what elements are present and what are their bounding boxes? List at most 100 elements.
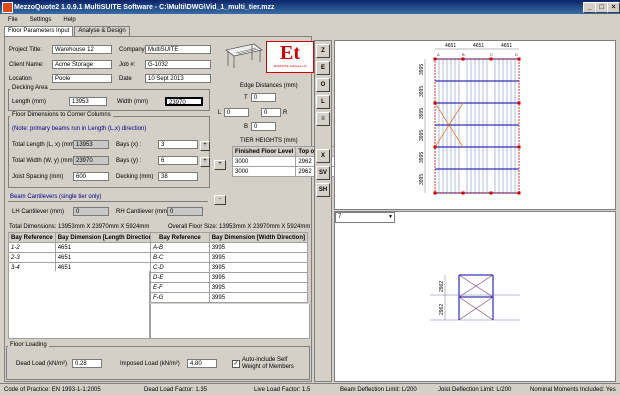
table-row[interactable]: B-C 3995 [150, 252, 309, 263]
tier-dropdown-value: 7 [338, 214, 342, 220]
tab-analyse-design[interactable]: Analyse & Design [74, 26, 130, 36]
section-horizontal-button[interactable]: SH [316, 183, 330, 197]
tier-ffl-cell[interactable]: 3000 [231, 166, 297, 177]
edge-r-input[interactable]: 0 [261, 108, 281, 117]
bays-length-table: Bay Reference Bay Dimension [Length Dire… [8, 232, 158, 273]
job-input[interactable]: G-1032 [145, 60, 211, 69]
table-row[interactable]: F-G 3995 [150, 292, 309, 303]
status-beam-limit: Beam Deflection Limit: L/200 [340, 386, 417, 393]
total-width-label: Total Width (W, y) (mm) [12, 158, 75, 164]
layers-button[interactable]: L [316, 95, 330, 109]
plan-side-dim: 3995 [419, 108, 425, 119]
tier-heights-title: TIER HEIGHTS (mm) [240, 138, 298, 144]
decking-thickness-input[interactable]: 38 [158, 172, 198, 181]
bay-dim-cell[interactable]: 3995 [208, 272, 309, 283]
bays-y-increment-button[interactable]: + [200, 157, 210, 167]
table-row[interactable]: 2-3 4651 [8, 252, 158, 263]
edge-l-input[interactable]: 0 [224, 108, 249, 117]
bay-dim-cell[interactable]: 3995 [208, 262, 309, 273]
status-dead-factor: Dead Load Factor: 1.35 [144, 386, 208, 393]
table-row[interactable]: E-F 3995 [150, 282, 309, 293]
edge-distances-title: Edge Distances (mm) [240, 83, 298, 89]
section-vertical-button[interactable]: SV [316, 166, 330, 180]
project-title-input[interactable]: Warehouse 12 [52, 45, 112, 54]
width-label: Width (mm) [117, 99, 148, 105]
table-row[interactable]: C-D 3995 [150, 262, 309, 273]
company-input[interactable]: MultiSUITE [145, 45, 211, 54]
bay-dim-cell[interactable]: 4651 [54, 242, 158, 253]
menu-file[interactable]: File [8, 17, 18, 23]
table-row[interactable]: D-E 3995 [150, 272, 309, 283]
extents-button[interactable]: E [316, 61, 330, 75]
lh-cantilever-input[interactable]: 0 [73, 207, 109, 216]
bay-ref-cell[interactable]: C-D [150, 262, 210, 273]
total-width-input[interactable]: 23970 [73, 156, 109, 165]
origin-button[interactable]: O [316, 78, 330, 92]
floor-dimensions-note: (Note: primary beams run in Length (L,x)… [12, 126, 147, 132]
bay-dim-cell[interactable]: 3995 [208, 282, 309, 293]
grid-letter: C [490, 52, 493, 57]
joist-spacing-label: Joist Spacing (mm) [12, 174, 64, 180]
bay-dim-cell[interactable]: 4651 [54, 252, 158, 263]
close-button[interactable]: × [607, 2, 620, 13]
bay-ref-cell[interactable]: D-E [150, 272, 210, 283]
zoom-button[interactable]: Z [316, 44, 330, 58]
job-label: Job #: [119, 62, 136, 68]
elevation-dim: 2962 [439, 281, 445, 292]
dead-load-input[interactable]: 0.28 [72, 359, 102, 368]
table-row[interactable]: 1-2 4651 [8, 242, 158, 253]
imposed-load-input[interactable]: 4.80 [187, 359, 217, 368]
auto-self-weight-checkbox[interactable]: ✓ [232, 360, 240, 368]
bay-dim-cell[interactable]: 3995 [208, 252, 309, 263]
joist-spacing-input[interactable]: 600 [73, 172, 109, 181]
tier-ffl-cell[interactable]: 3000 [231, 156, 297, 167]
x-view-button[interactable]: X [316, 149, 330, 163]
bays-width-table: Bay Reference Bay Dimension [Width Direc… [150, 232, 309, 303]
edge-t-input[interactable]: 0 [251, 93, 276, 102]
status-joist-limit: Joist Deflection Limit: L/200 [438, 386, 512, 393]
bay-ref-cell[interactable]: 2-3 [8, 252, 56, 263]
plan-side-dim: 3995 [419, 174, 425, 185]
edge-r-label: R [283, 110, 288, 116]
location-input[interactable]: Poole [52, 74, 112, 83]
edge-l-label: L [218, 110, 222, 116]
logo-letters: Et [280, 42, 300, 64]
plan-side-dim: 3995 [419, 152, 425, 163]
bay-ref-cell[interactable]: F-G [150, 292, 210, 303]
grid-letter: B [462, 52, 465, 57]
status-nominal: Nominal Moments Included: Yes [530, 386, 616, 393]
cantilever-title: Beam Cantilevers (single tier only) [10, 194, 102, 200]
client-name-input[interactable]: Acme Storage [52, 60, 112, 69]
company-label: Company: [119, 47, 147, 53]
table-row[interactable]: A-B 3995 [150, 242, 309, 253]
menu-settings[interactable]: Settings [30, 17, 52, 23]
decking-length-input[interactable]: 13953 [69, 97, 107, 106]
bay-ref-cell[interactable]: B-C [150, 252, 210, 263]
decking-width-input[interactable]: 23970 [165, 97, 203, 106]
remove-tier-button[interactable]: - [214, 195, 226, 205]
bays-width-col-ref: Bay Reference [150, 232, 210, 243]
menu-help[interactable]: Help [63, 17, 75, 23]
properties-icon[interactable]: ≡ [316, 112, 330, 126]
tab-strip: Floor Parameters Input Analyse & Design [4, 26, 131, 37]
total-length-input[interactable]: 13953 [73, 140, 109, 149]
elevation-view-canvas[interactable]: 7 ▼ 2962 2962 [334, 211, 616, 382]
bay-dim-cell[interactable]: 3995 [208, 292, 309, 303]
dead-load-label: Dead Load (kN/m²) [16, 361, 68, 367]
bays-length-col-ref: Bay Reference [8, 232, 56, 243]
plan-side-dim: 3995 [419, 130, 425, 141]
tier-dropdown[interactable]: 7 ▼ [335, 212, 395, 223]
bays-x-increment-button[interactable]: + [200, 141, 210, 151]
rh-cantilever-input[interactable]: 0 [167, 207, 203, 216]
edge-b-input[interactable]: 0 [251, 122, 276, 131]
bay-ref-cell[interactable]: 1-2 [8, 242, 56, 253]
bays-y-input[interactable]: 6 [158, 156, 198, 165]
date-input[interactable]: 10 Sept 2013 [145, 74, 211, 83]
add-tier-button[interactable]: + [214, 160, 226, 170]
bays-x-input[interactable]: 3 [158, 140, 198, 149]
bay-ref-cell[interactable]: A-B [150, 242, 210, 253]
window-title: MezzoQuote2 1.0.9.1 MultiSUITE Software … [14, 3, 275, 11]
bay-dim-cell[interactable]: 3995 [208, 242, 309, 253]
plan-view-canvas[interactable]: 4651 4651 4651 A B C D 3995 3995 3995 39… [334, 40, 616, 210]
bay-ref-cell[interactable]: E-F [150, 282, 210, 293]
